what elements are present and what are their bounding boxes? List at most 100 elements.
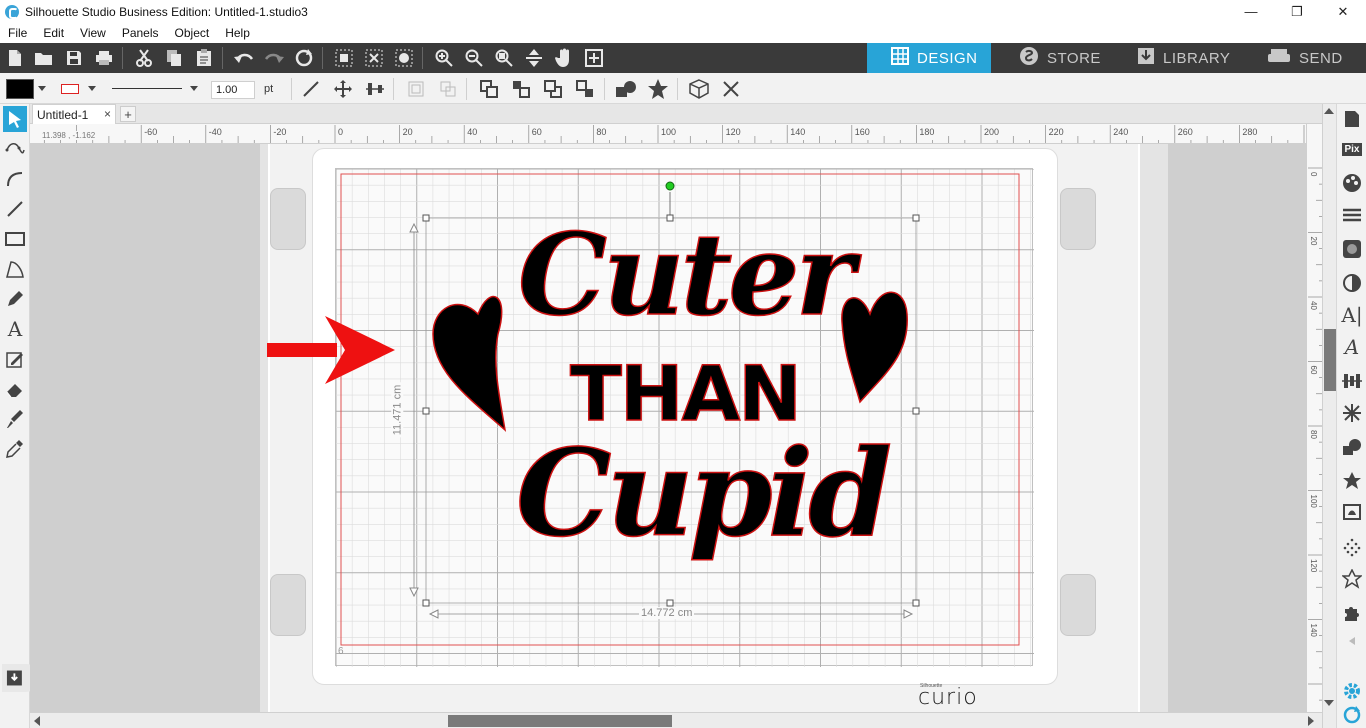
add-tab-button[interactable]: +: [120, 106, 136, 122]
pan-fit-icon[interactable]: [521, 46, 547, 70]
move-icon[interactable]: [330, 77, 356, 101]
fill-palette-icon[interactable]: [1340, 170, 1364, 196]
modify-panel-icon[interactable]: [1340, 434, 1364, 460]
settings-gear-icon[interactable]: [1340, 678, 1364, 704]
sync-icon[interactable]: [1340, 702, 1364, 728]
menu-file[interactable]: File: [0, 26, 35, 40]
vertical-scrollbar[interactable]: [1322, 104, 1336, 728]
text-style-icon[interactable]: A|: [1340, 302, 1364, 328]
fill-edit-icon[interactable]: [3, 346, 27, 372]
eraser-icon[interactable]: [3, 376, 27, 402]
horizontal-scrollbar[interactable]: [30, 712, 1322, 728]
deselect-icon[interactable]: [361, 46, 387, 70]
zoom-selected-icon[interactable]: [491, 46, 517, 70]
menu-object[interactable]: Object: [167, 26, 218, 40]
design-text-line3[interactable]: Cupid: [515, 423, 893, 565]
line-color-swatch[interactable]: [61, 84, 79, 94]
curve-tool-icon[interactable]: [3, 166, 27, 192]
design-canvas[interactable]: 6 Silhouette curio Cuter THAN Cupid 11.4…: [30, 144, 1306, 712]
send-backward-icon[interactable]: [540, 77, 566, 101]
align-icon[interactable]: [362, 77, 388, 101]
fill-color-swatch[interactable]: [6, 79, 34, 99]
document-tab[interactable]: Untitled-1 ×: [32, 104, 116, 124]
design-tab[interactable]: DESIGN: [867, 43, 991, 73]
line-width-field[interactable]: 1.00: [211, 81, 255, 99]
line-color-dropdown-arrow-icon[interactable]: [88, 86, 96, 91]
hand-pan-icon[interactable]: [551, 46, 577, 70]
scroll-left-arrow-icon[interactable]: [32, 715, 42, 727]
select-arrow-icon[interactable]: [3, 106, 27, 132]
menu-edit[interactable]: Edit: [35, 26, 72, 40]
new-document-icon[interactable]: [2, 46, 28, 70]
cut-icon[interactable]: [131, 46, 157, 70]
eyedropper-icon[interactable]: [3, 436, 27, 462]
redo-icon[interactable]: [261, 46, 287, 70]
scroll-down-arrow-icon[interactable]: [1323, 698, 1335, 708]
fill-pattern-icon[interactable]: [1340, 236, 1364, 262]
knife-tool-icon[interactable]: [3, 406, 27, 432]
zoom-in-icon[interactable]: [431, 46, 457, 70]
menu-help[interactable]: Help: [217, 26, 258, 40]
pixscan-icon[interactable]: Pix: [1340, 136, 1364, 162]
fit-to-page-icon[interactable]: [581, 46, 607, 70]
open-folder-icon[interactable]: [31, 46, 57, 70]
zoom-out-icon[interactable]: [461, 46, 487, 70]
heart-left[interactable]: [432, 295, 507, 432]
delete-x-icon[interactable]: [718, 77, 744, 101]
collapse-arrow-icon[interactable]: [1340, 628, 1364, 654]
select-all-icon[interactable]: [331, 46, 357, 70]
line-draw-icon[interactable]: [3, 196, 27, 222]
redraw-icon[interactable]: [291, 46, 317, 70]
group-icon[interactable]: [403, 77, 429, 101]
heart-right[interactable]: [841, 291, 908, 404]
replicate-icon[interactable]: [1340, 400, 1364, 426]
bring-to-front-icon[interactable]: [508, 77, 534, 101]
puzzle-icon[interactable]: [1340, 600, 1364, 626]
page-setup-icon[interactable]: [1340, 106, 1364, 132]
send-tab[interactable]: SEND: [1241, 43, 1366, 73]
restore-button[interactable]: ❐: [1274, 0, 1320, 23]
modify-shapes-icon[interactable]: [613, 77, 639, 101]
design-text-line2[interactable]: THAN: [569, 355, 802, 433]
scroll-right-arrow-icon[interactable]: [1306, 715, 1316, 727]
scroll-up-arrow-icon[interactable]: [1323, 106, 1335, 116]
ungroup-icon[interactable]: [435, 77, 461, 101]
menu-view[interactable]: View: [72, 26, 114, 40]
offset-star-icon[interactable]: [1340, 468, 1364, 494]
send-to-back-icon[interactable]: [572, 77, 598, 101]
paste-icon[interactable]: [191, 46, 217, 70]
line-tool-icon[interactable]: [298, 77, 324, 101]
edit-points-icon[interactable]: [3, 136, 27, 162]
store-tab[interactable]: STORE: [991, 43, 1115, 73]
undo-icon[interactable]: [231, 46, 257, 70]
trace-icon[interactable]: [1340, 500, 1364, 526]
close-window-button[interactable]: ✕: [1320, 0, 1366, 23]
line-style-dropdown-arrow-icon[interactable]: [190, 86, 198, 91]
close-tab-button[interactable]: ×: [104, 107, 111, 121]
sketch-dots-icon[interactable]: [1340, 534, 1364, 560]
fill-dropdown-arrow-icon[interactable]: [38, 86, 46, 91]
minimize-button[interactable]: —: [1228, 0, 1274, 23]
text-tool-icon[interactable]: A: [3, 316, 27, 342]
star-shape-icon[interactable]: [645, 77, 671, 101]
pencil-tool-icon[interactable]: [3, 286, 27, 312]
menu-panels[interactable]: Panels: [114, 26, 167, 40]
rectangle-tool-icon[interactable]: [3, 226, 27, 252]
text-to-path-icon[interactable]: A: [1340, 334, 1364, 360]
line-style-panel-icon[interactable]: [1340, 202, 1364, 228]
replicate-3d-icon[interactable]: [686, 77, 712, 101]
transparency-icon[interactable]: [1340, 270, 1364, 296]
vertical-scroll-thumb[interactable]: [1324, 329, 1336, 391]
align-panel-icon[interactable]: [1340, 368, 1364, 394]
horizontal-scroll-thumb[interactable]: [448, 715, 672, 727]
bring-forward-icon[interactable]: [476, 77, 502, 101]
print-icon[interactable]: [91, 46, 117, 70]
line-style-selector[interactable]: [112, 88, 182, 89]
design-text-line1[interactable]: Cuter: [517, 219, 855, 333]
rhinestone-star-icon[interactable]: [1340, 566, 1364, 592]
select-by-color-icon[interactable]: [391, 46, 417, 70]
polygon-tool-icon[interactable]: [3, 256, 27, 282]
library-tab[interactable]: LIBRARY: [1115, 43, 1241, 73]
copy-icon[interactable]: [161, 46, 187, 70]
save-icon[interactable]: [61, 46, 87, 70]
